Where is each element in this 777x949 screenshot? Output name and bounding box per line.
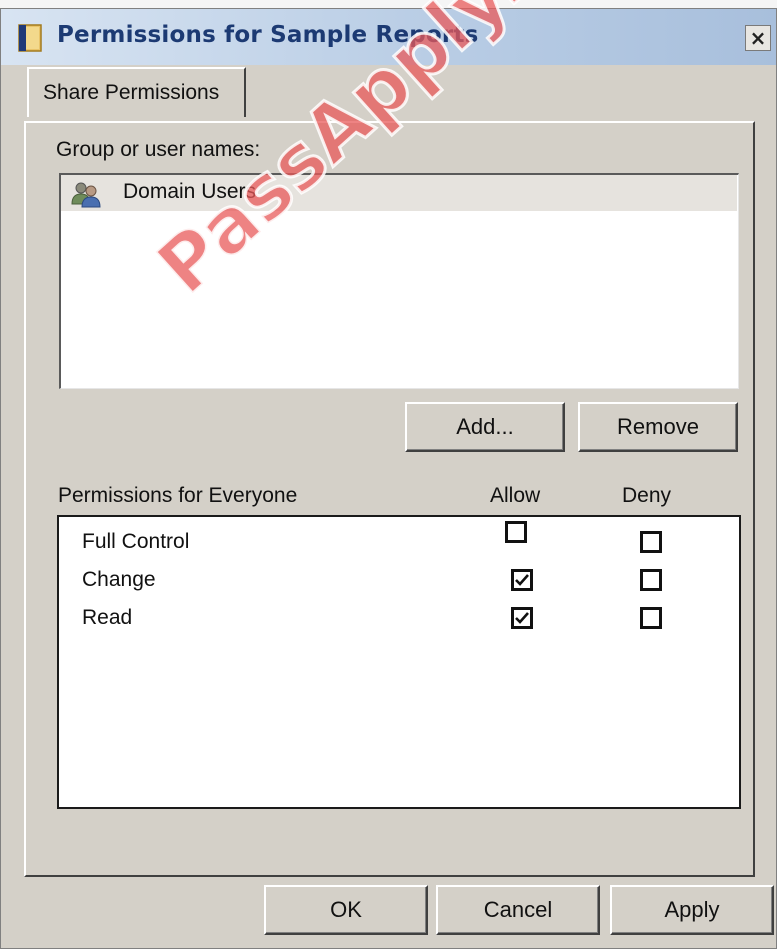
title-bar[interactable]: Permissions for Sample Reports × xyxy=(1,9,776,65)
permission-name-full-control: Full Control xyxy=(82,530,190,553)
list-item-domain-users[interactable]: Domain Users xyxy=(61,175,737,211)
permission-name-read: Read xyxy=(82,606,133,629)
deny-checkbox-change[interactable] xyxy=(640,569,662,591)
cancel-button[interactable]: Cancel xyxy=(436,885,600,935)
folder-icon xyxy=(18,24,42,52)
allow-checkbox-read[interactable] xyxy=(511,607,533,629)
permissions-list xyxy=(57,515,741,809)
group-or-user-names-label: Group or user names: xyxy=(56,138,261,161)
deny-checkbox-full-control[interactable] xyxy=(640,531,662,553)
deny-checkbox-read[interactable] xyxy=(640,607,662,629)
window-title: Permissions for Sample Reports xyxy=(57,22,479,48)
tab-share-permissions[interactable]: Share Permissions xyxy=(27,67,246,117)
deny-column-header: Deny xyxy=(622,484,672,507)
permission-name-change: Change xyxy=(82,568,156,591)
allow-checkbox-full-control[interactable] xyxy=(505,521,527,543)
checkmark-icon xyxy=(515,574,529,586)
allow-checkbox-change[interactable] xyxy=(511,569,533,591)
list-item-label: Domain Users xyxy=(123,180,257,203)
ok-button[interactable]: OK xyxy=(264,885,428,935)
remove-button[interactable]: Remove xyxy=(578,402,738,452)
close-button[interactable]: × xyxy=(745,25,771,51)
checkmark-icon xyxy=(515,612,529,624)
permissions-for-label: Permissions for Everyone xyxy=(58,484,298,507)
apply-button[interactable]: Apply xyxy=(610,885,774,935)
group-user-list[interactable]: Domain Users xyxy=(59,173,739,389)
users-icon xyxy=(71,182,101,208)
add-button[interactable]: Add... xyxy=(405,402,565,452)
allow-column-header: Allow xyxy=(490,484,541,507)
